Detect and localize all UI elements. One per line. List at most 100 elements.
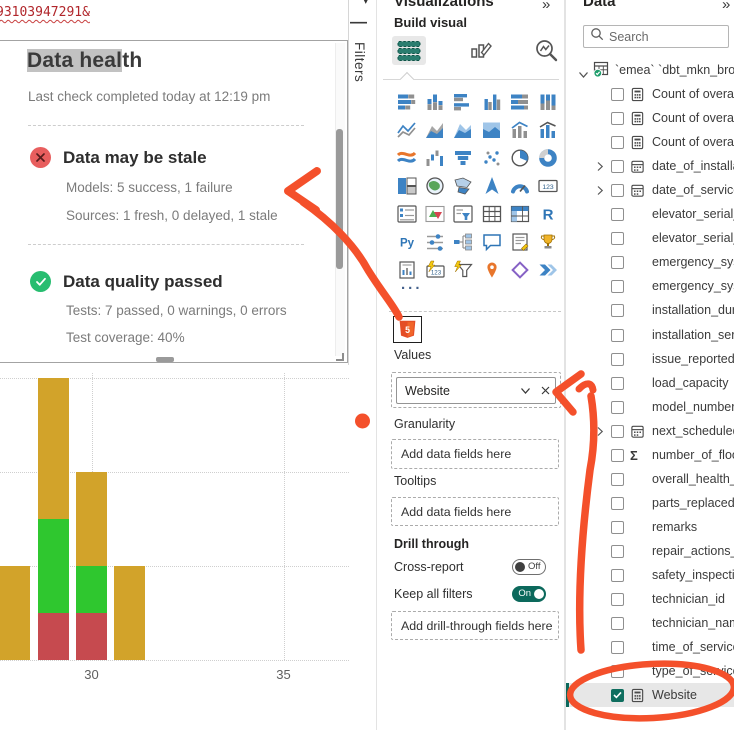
field-row-overall-health-c[interactable]: overall_health_c. bbox=[566, 467, 734, 491]
bar-segment-red-segment-x29[interactable] bbox=[38, 613, 69, 660]
field-checkbox[interactable] bbox=[611, 665, 624, 678]
visualizations-collapse-icon[interactable]: » bbox=[542, 0, 550, 13]
field-row-emergency-syst[interactable]: emergency_syst. bbox=[566, 274, 734, 298]
field-checkbox[interactable] bbox=[611, 497, 624, 510]
field-checkbox[interactable] bbox=[611, 569, 624, 582]
field-checkbox[interactable] bbox=[611, 473, 624, 486]
field-row-load-capacity[interactable]: load_capacity bbox=[566, 371, 734, 395]
bar-segment-yellow-segment-x31[interactable] bbox=[114, 566, 145, 660]
power-apps-icon[interactable] bbox=[506, 256, 534, 284]
field-row-next-scheduled[interactable]: next_scheduled.. bbox=[566, 419, 734, 443]
field-checkbox[interactable] bbox=[611, 280, 624, 293]
kpi-icon[interactable] bbox=[421, 200, 449, 228]
values-field-well[interactable]: Website bbox=[391, 372, 561, 408]
build-visual-tab-icon[interactable] bbox=[396, 39, 422, 68]
field-checkbox[interactable] bbox=[611, 545, 624, 558]
python-icon[interactable]: Py bbox=[393, 228, 421, 256]
slicer-icon[interactable] bbox=[449, 200, 477, 228]
field-row-installation-dur[interactable]: installation_dur.. bbox=[566, 298, 734, 322]
chevron-right-icon[interactable] bbox=[596, 185, 604, 196]
r-script-icon[interactable]: R bbox=[534, 200, 562, 228]
donut-chart-icon[interactable] bbox=[534, 144, 562, 172]
field-remove-icon[interactable] bbox=[535, 386, 555, 395]
clustered-column-chart-icon[interactable] bbox=[478, 88, 506, 116]
line-clustered-column-chart-icon[interactable] bbox=[534, 116, 562, 144]
tooltips-field-well[interactable]: Add data fields here bbox=[391, 497, 559, 526]
card-icon[interactable]: 123 bbox=[534, 172, 562, 200]
field-checkbox[interactable] bbox=[611, 377, 624, 390]
field-row-issue-reported[interactable]: issue_reported bbox=[566, 347, 734, 371]
100-stacked-bar-chart-icon[interactable] bbox=[506, 88, 534, 116]
field-row-elevator-serial[interactable]: elevator_serial_.. bbox=[566, 202, 734, 226]
treemap-icon[interactable] bbox=[393, 172, 421, 200]
field-checkbox[interactable] bbox=[611, 521, 624, 534]
bar-segment-red-segment-x30[interactable] bbox=[76, 613, 107, 660]
card-resize-handle[interactable] bbox=[156, 357, 174, 362]
gauge-icon[interactable] bbox=[506, 172, 534, 200]
field-checkbox[interactable] bbox=[611, 425, 624, 438]
stacked-column-chart-icon[interactable] bbox=[421, 88, 449, 116]
field-checkbox[interactable] bbox=[611, 232, 624, 245]
granularity-field-well[interactable]: Add data fields here bbox=[391, 439, 559, 469]
field-row-repair-actions-t[interactable]: repair_actions_t. bbox=[566, 539, 734, 563]
field-row-website[interactable]: Website bbox=[566, 683, 734, 707]
stacked-bar-chart-icon[interactable] bbox=[393, 88, 421, 116]
matrix-icon[interactable] bbox=[506, 200, 534, 228]
editor-red-code-text[interactable]: 93103947291& bbox=[0, 5, 90, 20]
power-automate-icon[interactable] bbox=[534, 256, 562, 284]
analytics-tab-icon[interactable] bbox=[534, 38, 558, 67]
field-checkbox[interactable] bbox=[611, 617, 624, 630]
arcgis-map-icon[interactable] bbox=[478, 256, 506, 284]
field-checkbox[interactable] bbox=[611, 256, 624, 269]
bar-segment-yellow-segment-x30[interactable] bbox=[76, 472, 107, 566]
bar-segment-yellow-segment-x28[interactable] bbox=[0, 566, 30, 660]
line-chart-icon[interactable] bbox=[393, 116, 421, 144]
bar-segment-green-segment-x30[interactable] bbox=[76, 566, 107, 613]
pie-chart-icon[interactable] bbox=[506, 144, 534, 172]
field-checkbox[interactable] bbox=[611, 208, 624, 221]
table-root-row[interactable]: `emea` `dbt_mkn_bron.. bbox=[566, 58, 734, 82]
field-row-time-of-service[interactable]: time_of_service bbox=[566, 635, 734, 659]
card-scrollbar-thumb[interactable] bbox=[336, 129, 343, 269]
field-dropdown-chevron-icon[interactable] bbox=[515, 387, 535, 395]
filled-map-icon[interactable] bbox=[449, 172, 477, 200]
card-resize-corner[interactable] bbox=[336, 353, 344, 361]
format-visual-tab-icon[interactable] bbox=[469, 38, 493, 67]
funnel-chart-icon[interactable] bbox=[449, 144, 477, 172]
key-influencers-icon[interactable] bbox=[421, 228, 449, 256]
field-checkbox[interactable] bbox=[611, 401, 624, 414]
field-row-count-of-overal[interactable]: Count of overal.. bbox=[566, 82, 734, 106]
field-checkbox[interactable] bbox=[611, 184, 624, 197]
field-row-type-of-service[interactable]: type_of_service bbox=[566, 659, 734, 683]
new-card-icon[interactable]: 123 bbox=[421, 256, 449, 284]
field-checkbox[interactable] bbox=[611, 304, 624, 317]
metrics-icon[interactable] bbox=[534, 228, 562, 256]
area-chart-icon[interactable] bbox=[421, 116, 449, 144]
field-row-parts-replaced[interactable]: parts_replaced bbox=[566, 491, 734, 515]
field-row-emergency-syst[interactable]: emergency_syst. bbox=[566, 250, 734, 274]
values-field-pill[interactable]: Website bbox=[396, 377, 556, 404]
waterfall-chart-icon[interactable] bbox=[421, 144, 449, 172]
field-checkbox[interactable] bbox=[611, 112, 624, 125]
field-checkbox[interactable] bbox=[611, 641, 624, 654]
field-row-installation-serv[interactable]: installation_serv. bbox=[566, 323, 734, 347]
field-row-date-of-installa[interactable]: date_of_installa.. bbox=[566, 154, 734, 178]
drill-through-field-well[interactable]: Add drill-through fields here bbox=[391, 611, 559, 640]
decomposition-tree-icon[interactable] bbox=[449, 228, 477, 256]
search-input[interactable]: Search bbox=[583, 25, 729, 48]
field-row-count-of-overal[interactable]: Count of overal.. bbox=[566, 106, 734, 130]
100-stacked-column-chart-icon[interactable] bbox=[534, 88, 562, 116]
field-row-technician-id[interactable]: technician_id bbox=[566, 587, 734, 611]
bar-segment-green-segment-x29[interactable] bbox=[38, 519, 69, 613]
ribbon-chart-icon[interactable] bbox=[393, 144, 421, 172]
smart-narrative-icon[interactable] bbox=[506, 228, 534, 256]
field-checkbox[interactable] bbox=[611, 353, 624, 366]
multi-row-card-icon[interactable] bbox=[393, 200, 421, 228]
field-row-elevator-serial[interactable]: elevator_serial_.. bbox=[566, 226, 734, 250]
bar-segment-yellow-segment-x29[interactable] bbox=[38, 378, 69, 519]
more-visuals-icon[interactable]: ... bbox=[401, 276, 423, 293]
field-row-safety-inspectio[interactable]: safety_inspectio. bbox=[566, 563, 734, 587]
azure-map-icon[interactable] bbox=[478, 172, 506, 200]
clustered-bar-chart-icon[interactable] bbox=[449, 88, 477, 116]
field-row-model-number[interactable]: model_number bbox=[566, 395, 734, 419]
